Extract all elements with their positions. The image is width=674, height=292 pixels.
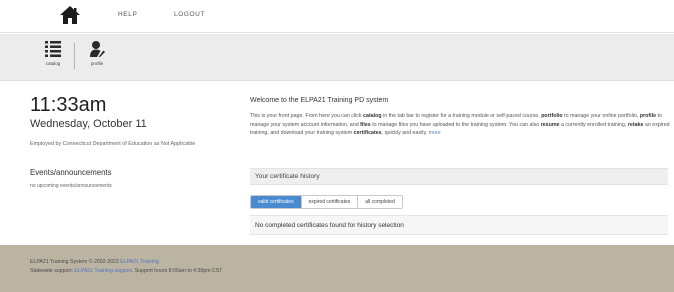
catalog-keyword: catalog [363, 113, 382, 119]
retake-keyword: retake [627, 121, 644, 128]
certificate-empty-message: No completed certificates found for hist… [255, 222, 404, 229]
certificate-filter-tabs: valid certificates expired certificates … [250, 195, 403, 209]
certificates-keyword: certificates [353, 130, 382, 137]
top-nav-bar: HELP LOGOUT [0, 0, 674, 33]
certificate-history-header: Your certificate history [250, 168, 668, 185]
tab-valid-certificates[interactable]: valid certificates [251, 196, 301, 208]
footer: ELPA21 Training System © 2002-2023 ELPA2… [0, 245, 674, 292]
profile-keyword: profile [639, 113, 657, 119]
files-keyword: files [360, 121, 371, 128]
help-link[interactable]: HELP [118, 11, 137, 18]
portfolio-keyword: portfolio [541, 113, 563, 119]
resume-keyword: resume [540, 121, 560, 128]
welcome-title: Welcome to the ELPA21 Training PD system [250, 97, 389, 104]
footer-support-link[interactable]: ELPA21 Training support [74, 268, 131, 274]
footer-training-link[interactable]: ELPA21 Training [120, 259, 159, 265]
more-link[interactable]: more [429, 130, 441, 136]
catalog-button[interactable]: catalog [38, 40, 68, 74]
home-icon[interactable] [59, 5, 81, 25]
profile-label: profile [90, 61, 104, 66]
tab-all-completed[interactable]: all completed [357, 196, 402, 208]
welcome-text: This is your front page. From here you c… [250, 113, 670, 137]
profile-button[interactable]: profile [82, 40, 112, 74]
catalog-label: catalog [45, 61, 61, 66]
employer-info: Employed by Connecticut Department of Ed… [30, 141, 196, 147]
certificate-empty-row: No completed certificates found for hist… [250, 215, 668, 235]
events-empty-message: no upcoming events/announcements [30, 183, 112, 189]
current-time: 11:33am [30, 94, 107, 116]
logout-link[interactable]: LOGOUT [174, 11, 205, 18]
tab-expired-certificates[interactable]: expired certificates [300, 196, 358, 208]
catalog-icon [45, 41, 61, 57]
certificate-history-title: Your certificate history [255, 173, 320, 180]
profile-icon [90, 41, 105, 57]
events-heading: Events/announcements [30, 168, 112, 177]
toolbar: catalog profile [0, 34, 674, 81]
footer-copyright: ELPA21 Training System © 2002-2023 ELPA2… [30, 259, 159, 265]
current-date: Wednesday, October 11 [30, 118, 147, 130]
toolbar-divider [74, 43, 75, 69]
footer-support: Statewide support: ELPA21 Training suppo… [30, 268, 223, 274]
